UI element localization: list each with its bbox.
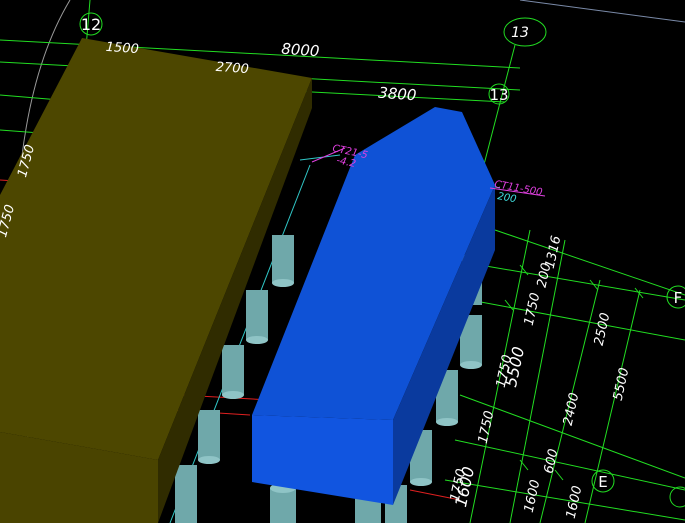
- pile: [175, 465, 197, 523]
- grid-axis-13[interactable]: 13: [488, 83, 510, 105]
- pile: [198, 410, 220, 464]
- axis-label-f: F: [674, 289, 683, 307]
- pile: [222, 345, 244, 399]
- dim-2700: 2700: [215, 60, 249, 77]
- pile: [246, 290, 268, 344]
- dim-3800: 3800: [378, 84, 417, 105]
- axis-label-12: 12: [81, 15, 101, 34]
- axis-label-13-circle: 13: [511, 25, 529, 41]
- dim-1500: 1500: [105, 40, 139, 57]
- axis-label-e: E: [598, 473, 607, 491]
- grid-axis-12[interactable]: 12: [79, 12, 103, 36]
- axis-label-13: 13: [489, 86, 508, 104]
- cad-3d-viewport[interactable]: CT21-5 -4.2 CT11-500 200 12 13 13 F E 80…: [0, 0, 685, 523]
- dim-8000: 8000: [281, 40, 320, 61]
- pile: [270, 483, 296, 523]
- pile: [272, 235, 294, 287]
